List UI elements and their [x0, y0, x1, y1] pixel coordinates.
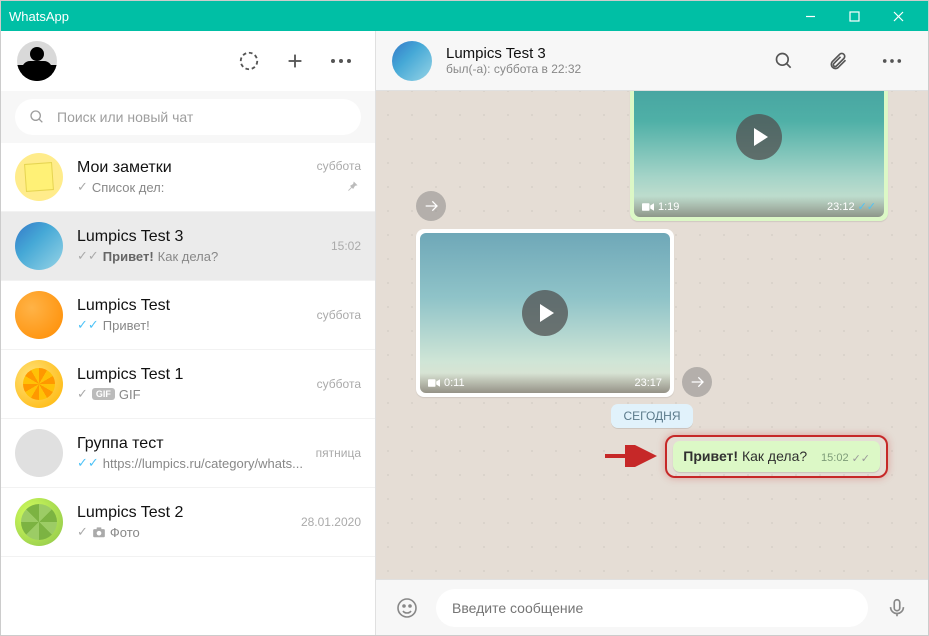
- chat-item-lumpics1[interactable]: Lumpics Test 1 ✓ GIF GIF суббота: [1, 350, 375, 419]
- message-row: Привет! Как дела? 15:02 ✓✓: [416, 435, 888, 478]
- chat-time: пятница: [316, 446, 361, 460]
- message-bold: Привет!: [683, 448, 738, 464]
- new-chat-icon[interactable]: [277, 43, 313, 79]
- check-icon: ✓: [77, 524, 88, 540]
- annotation-highlight: Привет! Как дела? 15:02 ✓✓: [665, 435, 888, 478]
- my-avatar[interactable]: [17, 41, 57, 81]
- attach-icon[interactable]: [818, 41, 858, 81]
- message-meta: 15:02 ✓✓: [821, 452, 870, 465]
- window-title: WhatsApp: [9, 9, 788, 24]
- search-input[interactable]: [57, 109, 347, 125]
- check-icon: ✓: [77, 179, 88, 195]
- play-icon[interactable]: [522, 290, 568, 336]
- titlebar: WhatsApp: [1, 1, 928, 31]
- chat-time: суббота: [317, 159, 361, 173]
- chat-item-lumpics[interactable]: Lumpics Test ✓✓ Привет! суббота: [1, 281, 375, 350]
- day-separator: СЕГОДНЯ: [416, 407, 888, 425]
- minimize-button[interactable]: [788, 1, 832, 31]
- chat-preview: ✓✓ Привет! Как дела?: [77, 248, 317, 264]
- chat-preview: ✓✓ https://lumpics.ru/category/whats...: [77, 455, 302, 471]
- ticks-icon: ✓✓: [852, 452, 870, 465]
- gif-badge: GIF: [92, 388, 115, 400]
- forward-button[interactable]: [682, 367, 712, 397]
- contact-avatar: [392, 41, 432, 81]
- maximize-button[interactable]: [832, 1, 876, 31]
- chat-item-group[interactable]: Группа тест ✓✓ https://lumpics.ru/catego…: [1, 419, 375, 488]
- pin-icon: [345, 179, 361, 195]
- message-text-out[interactable]: Привет! Как дела? 15:02 ✓✓: [673, 441, 880, 472]
- message-row: 0:11 23:17: [416, 229, 888, 397]
- play-icon[interactable]: [736, 114, 782, 160]
- chat-time: 15:02: [331, 239, 361, 253]
- search-icon: [29, 109, 45, 125]
- check-icon: ✓: [77, 386, 88, 402]
- chat-avatar: [15, 222, 63, 270]
- status-icon[interactable]: [231, 43, 267, 79]
- chat-avatar: [15, 360, 63, 408]
- search-bar: [1, 91, 375, 143]
- video-duration: 0:11: [428, 377, 465, 389]
- ticks-icon: ✓✓: [858, 200, 876, 213]
- forward-button[interactable]: [416, 191, 446, 221]
- contact-status: был(-а): суббота в 22:32: [446, 62, 750, 76]
- message-video-in[interactable]: 0:11 23:17: [416, 229, 674, 397]
- camera-icon: [92, 526, 106, 538]
- chat-list[interactable]: Мои заметки ✓ Список дел: суббота: [1, 143, 375, 635]
- chat-menu-icon[interactable]: [872, 41, 912, 81]
- left-panel: Мои заметки ✓ Список дел: суббота: [1, 31, 376, 635]
- chat-name: Группа тест: [77, 435, 302, 453]
- composer: [376, 579, 928, 635]
- left-header: [1, 31, 375, 91]
- check-icon: ✓✓: [77, 317, 99, 333]
- chat-name: Мои заметки: [77, 159, 303, 177]
- app-window: WhatsApp: [0, 0, 929, 636]
- chat-avatar: [15, 429, 63, 477]
- annotation-arrow-icon: [605, 445, 661, 467]
- video-thumbnail[interactable]: 1:19 23:12 ✓✓: [634, 91, 884, 217]
- contact-name: Lumpics Test 3: [446, 45, 750, 62]
- chat-item-lumpics3[interactable]: Lumpics Test 3 ✓✓ Привет! Как дела? 15:0…: [1, 212, 375, 281]
- search-in-chat-icon[interactable]: [764, 41, 804, 81]
- video-timestamp: 23:17: [634, 377, 662, 389]
- check-icon: ✓✓: [77, 248, 99, 264]
- chat-preview: ✓ Список дел:: [77, 179, 303, 195]
- chat-preview: ✓✓ Привет!: [77, 317, 303, 333]
- messages-list[interactable]: 1:19 23:12 ✓✓: [376, 91, 928, 579]
- chat-item-lumpics2[interactable]: Lumpics Test 2 ✓ Фото 28.01.2020: [1, 488, 375, 557]
- chat-name: Lumpics Test 1: [77, 366, 303, 384]
- chat-time: суббота: [317, 377, 361, 391]
- chat-name: Lumpics Test 2: [77, 504, 287, 522]
- chat-avatar: [15, 153, 63, 201]
- chat-time: 28.01.2020: [301, 515, 361, 529]
- mic-icon[interactable]: [880, 591, 914, 625]
- video-duration: 1:19: [642, 201, 679, 213]
- video-timestamp: 23:12 ✓✓: [827, 200, 876, 213]
- chat-item-notes[interactable]: Мои заметки ✓ Список дел: суббота: [1, 143, 375, 212]
- video-thumbnail[interactable]: 0:11 23:17: [420, 233, 670, 393]
- chat-preview: ✓ Фото: [77, 524, 287, 540]
- check-icon: ✓✓: [77, 455, 99, 471]
- message-video-out[interactable]: 1:19 23:12 ✓✓: [630, 91, 888, 221]
- chat-avatar: [15, 291, 63, 339]
- message-input[interactable]: [436, 589, 868, 627]
- message-text: Как дела?: [738, 448, 807, 464]
- chat-preview: ✓ GIF GIF: [77, 386, 303, 402]
- menu-icon[interactable]: [323, 43, 359, 79]
- conversation-panel: Lumpics Test 3 был(-а): суббота в 22:32: [376, 31, 928, 635]
- close-button[interactable]: [876, 1, 920, 31]
- chat-name: Lumpics Test: [77, 297, 303, 315]
- chat-time: суббота: [317, 308, 361, 322]
- conversation-header[interactable]: Lumpics Test 3 был(-а): суббота в 22:32: [376, 31, 928, 91]
- chat-name: Lumpics Test 3: [77, 228, 317, 246]
- chat-avatar: [15, 498, 63, 546]
- emoji-icon[interactable]: [390, 591, 424, 625]
